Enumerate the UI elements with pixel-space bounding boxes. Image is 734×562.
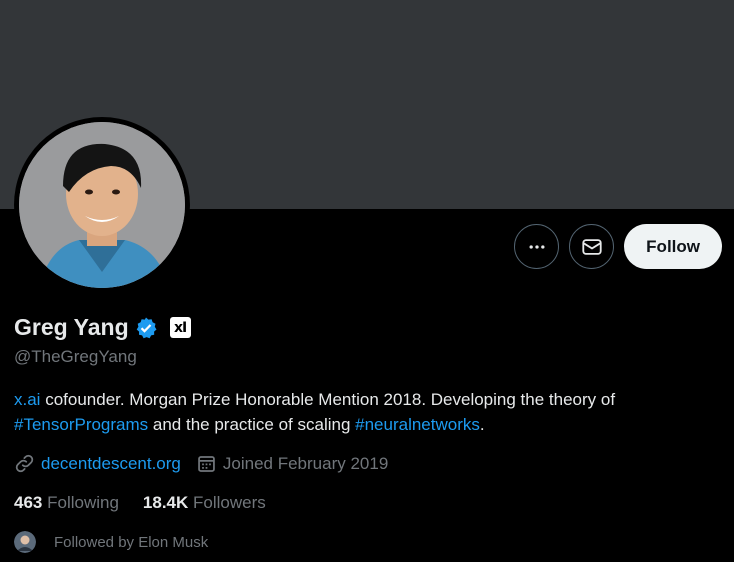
following-label: Following [47,493,119,512]
ellipsis-icon [529,244,545,249]
joined-date: Joined February 2019 [222,453,389,473]
more-options-button[interactable] [514,224,560,269]
profile-actions: Follow [514,224,722,269]
follow-button[interactable]: Follow [624,224,722,269]
profile-stats: 463 Following 18.4K Followers [14,493,290,513]
profile-handle: @TheGregYang [14,347,137,366]
following-stat[interactable]: 463 Following [14,493,119,513]
follower-avatar [14,531,36,553]
message-button[interactable] [569,224,615,269]
followed-by-text: Followed by Elon Musk [54,533,209,551]
followed-by[interactable]: Followed by Elon Musk [14,531,208,553]
website-item: decentdescent.org [14,453,181,474]
following-count: 463 [14,493,43,512]
bio-text: . [479,415,485,434]
website-link[interactable]: decentdescent.org [41,454,181,474]
followers-count: 18.4K [142,493,189,512]
verified-badge-icon[interactable] [134,316,158,340]
bio-text: cofounder. Morgan Prize Honorable Mentio… [40,390,616,409]
profile-meta: decentdescent.org Joined February 2019 [14,453,403,474]
hashtag-tensorprograms[interactable]: #TensorPrograms [14,415,148,434]
profile-bio: x.ai cofounder. Morgan Prize Honorable M… [14,387,714,437]
envelope-icon [582,238,602,255]
avatar-photo [19,122,185,288]
joined-item: Joined February 2019 [196,453,388,474]
link-icon [15,454,34,473]
bio-link-xai[interactable]: x.ai [14,390,40,409]
followers-label: Followers [193,493,266,512]
profile-avatar[interactable] [14,117,190,293]
calendar-icon [198,456,215,472]
followers-stat[interactable]: 18.4K Followers [143,493,266,513]
bio-text: and the practice of scaling [148,415,356,434]
affiliation-badge[interactable]: xI [169,317,191,338]
profile-name-row: Greg Yang xI [14,314,191,341]
display-name: Greg Yang [14,314,129,340]
hashtag-neuralnetworks[interactable]: #neuralnetworks [355,415,480,434]
